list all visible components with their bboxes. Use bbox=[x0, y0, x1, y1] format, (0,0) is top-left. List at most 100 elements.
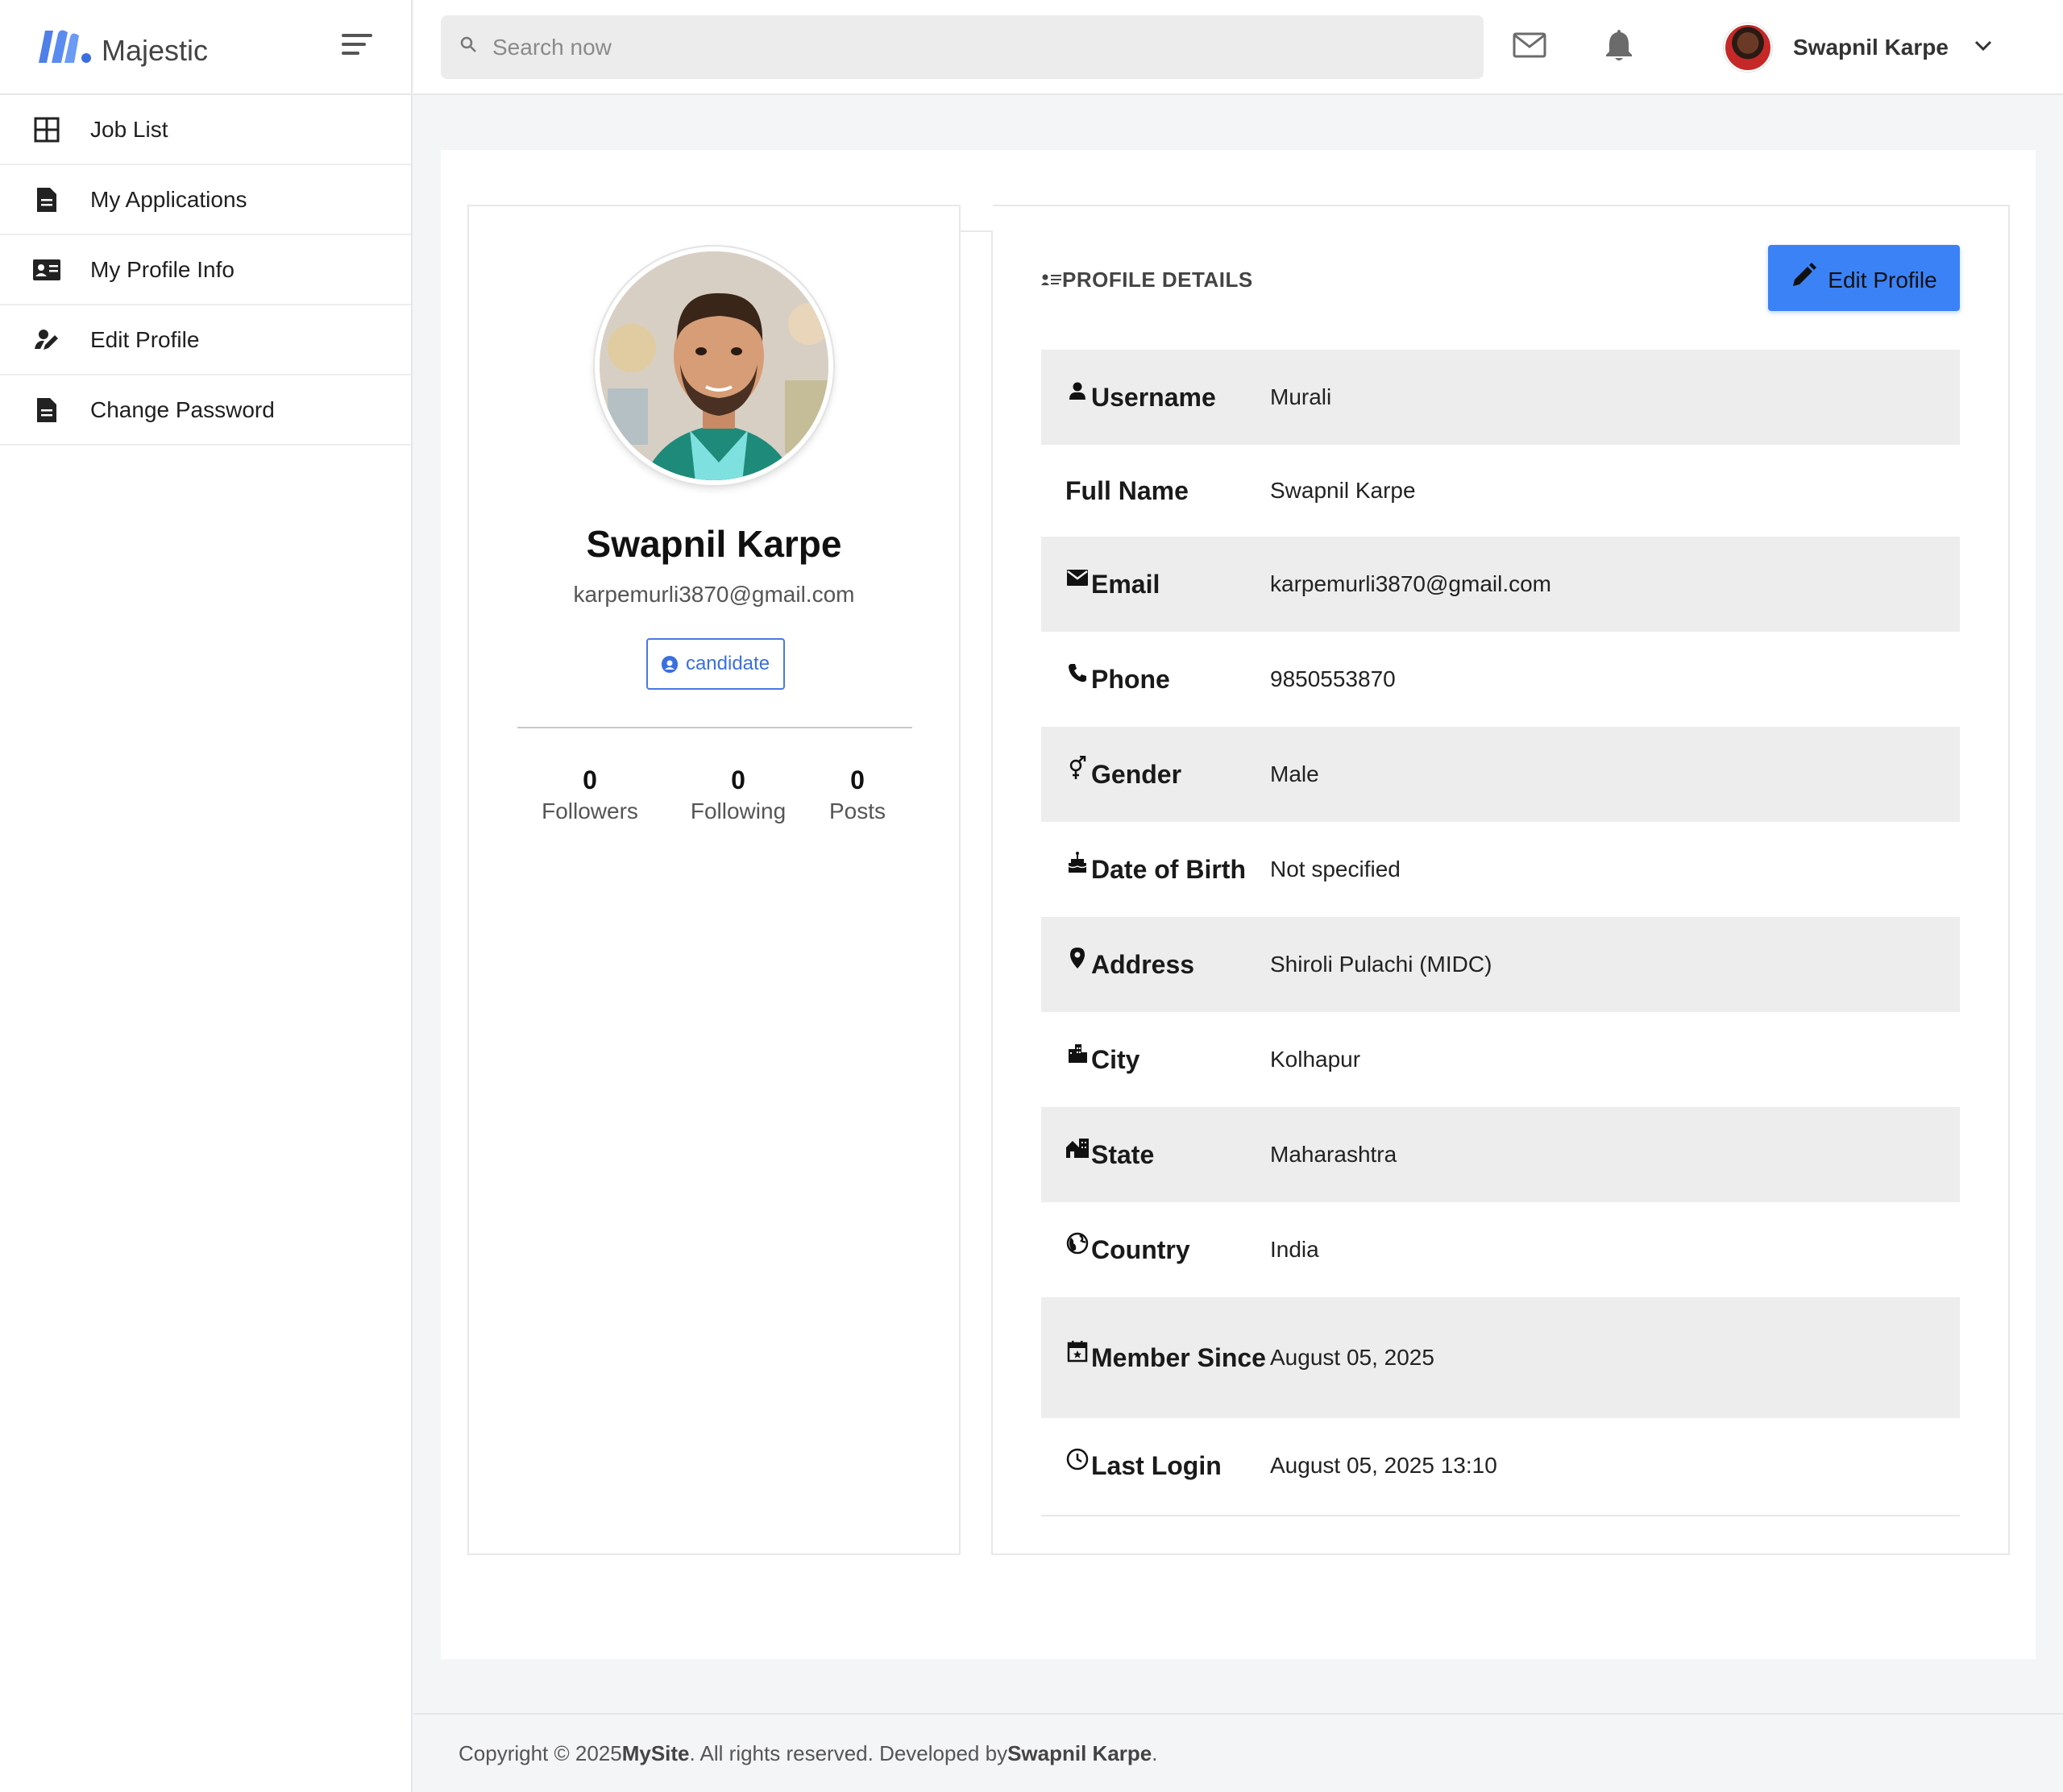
pencil-icon bbox=[1791, 262, 1817, 294]
detail-row-last-login: Last Login August 05, 2025 13:10 bbox=[1041, 1418, 1960, 1513]
gender-icon bbox=[1065, 756, 1090, 780]
details-title: PROFILE DETAILS bbox=[1062, 268, 1253, 292]
edit-profile-label: Edit Profile bbox=[1828, 268, 1937, 292]
detail-row-email: Email karpemurli3870@gmail.com bbox=[1041, 537, 1960, 632]
stat-label: Posts bbox=[828, 799, 886, 823]
detail-value: India bbox=[1270, 1237, 1319, 1262]
user-circle-icon bbox=[661, 656, 678, 673]
footer-author: Swapnil Karpe bbox=[1007, 1740, 1152, 1765]
detail-label: Member Since bbox=[1091, 1343, 1266, 1372]
sidebar-item-my-profile-info[interactable]: My Profile Info bbox=[0, 235, 411, 305]
column-divider bbox=[961, 230, 993, 1555]
detail-value: Shiroli Pulachi (MIDC) bbox=[1270, 952, 1492, 977]
brand: Majestic bbox=[0, 0, 411, 95]
detail-label: State bbox=[1091, 1140, 1155, 1169]
detail-label: Username bbox=[1091, 383, 1216, 412]
detail-row-state: State Maharashtra bbox=[1041, 1107, 1960, 1202]
sidebar-item-label: Change Password bbox=[90, 396, 275, 422]
globe-icon bbox=[1065, 1231, 1090, 1255]
menu-toggle-icon[interactable] bbox=[342, 34, 372, 58]
profile-photo bbox=[595, 247, 833, 485]
search-input[interactable] bbox=[492, 34, 1459, 60]
sidebar-item-label: Job List bbox=[90, 116, 168, 142]
detail-row-member-since: Member Since August 05, 2025 bbox=[1041, 1297, 1960, 1418]
profile-email: karpemurli3870@gmail.com bbox=[573, 582, 855, 607]
detail-value: Male bbox=[1270, 761, 1319, 786]
detail-value: 9850553870 bbox=[1270, 666, 1396, 691]
sidebar-item-job-list[interactable]: Job List bbox=[0, 95, 411, 165]
detail-label: Date of Birth bbox=[1091, 855, 1246, 884]
details-heading: PROFILE DETAILS bbox=[1041, 268, 1253, 292]
clock-icon bbox=[1065, 1447, 1090, 1471]
detail-row-username: Username Murali bbox=[1041, 350, 1960, 445]
detail-label: Gender bbox=[1091, 760, 1182, 789]
detail-row-city: City Kolhapur bbox=[1041, 1012, 1960, 1107]
envelope-icon bbox=[1065, 566, 1090, 590]
user-name: Swapnil Karpe bbox=[1793, 35, 1949, 60]
detail-label: Last Login bbox=[1091, 1451, 1222, 1480]
detail-row-country: Country India bbox=[1041, 1202, 1960, 1297]
id-card-icon bbox=[32, 255, 61, 284]
search-bar[interactable] bbox=[441, 15, 1484, 79]
grid-icon bbox=[32, 115, 61, 144]
sidebar: Majestic Job List My Applications My Pro… bbox=[0, 0, 413, 1792]
sidebar-item-change-password[interactable]: Change Password bbox=[0, 375, 411, 446]
majestic-logo-icon[interactable]: Majestic bbox=[35, 26, 208, 68]
detail-value: Murali bbox=[1270, 384, 1332, 409]
phone-icon bbox=[1065, 661, 1090, 685]
detail-label: Email bbox=[1091, 570, 1160, 599]
footer: Copyright © 2025 MySite . All rights res… bbox=[413, 1713, 2063, 1792]
house-icon bbox=[1065, 1136, 1090, 1160]
profile-details-card: PROFILE DETAILS Edit Profile Username Mu… bbox=[993, 205, 2010, 1555]
city-icon bbox=[1065, 1041, 1090, 1065]
detail-label: City bbox=[1091, 1045, 1140, 1074]
person-icon bbox=[1065, 379, 1090, 403]
sidebar-item-my-applications[interactable]: My Applications bbox=[0, 165, 411, 235]
detail-label: Full Name bbox=[1065, 476, 1189, 505]
detail-row-phone: Phone 9850553870 bbox=[1041, 632, 1960, 727]
stat-label: Following bbox=[690, 799, 787, 823]
brand-name: Majestic bbox=[102, 34, 209, 67]
role-badge: candidate bbox=[646, 638, 785, 690]
sidebar-item-edit-profile[interactable]: Edit Profile bbox=[0, 305, 411, 375]
stat-value: 0 bbox=[850, 765, 865, 794]
detail-row-date-of-birth: Date of Birth Not specified bbox=[1041, 822, 1960, 917]
document-icon bbox=[32, 185, 61, 214]
sidebar-item-label: My Profile Info bbox=[90, 256, 235, 282]
stat-following: 0 Following bbox=[682, 765, 795, 824]
chevron-down-icon[interactable] bbox=[1974, 40, 1992, 56]
detail-value: Swapnil Karpe bbox=[1270, 478, 1416, 503]
stat-label: Followers bbox=[542, 799, 638, 823]
document-icon bbox=[32, 396, 61, 425]
detail-value: Not specified bbox=[1270, 857, 1401, 881]
cake-icon bbox=[1065, 851, 1090, 875]
sidebar-item-label: Edit Profile bbox=[90, 326, 200, 352]
user-menu[interactable]: Swapnil Karpe bbox=[1724, 21, 1992, 74]
profile-card: Swapnil Karpe karpemurli3870@gmail.com c… bbox=[467, 205, 961, 1555]
profile-name: Swapnil Karpe bbox=[586, 523, 842, 565]
edit-profile-button[interactable]: Edit Profile bbox=[1768, 245, 1960, 311]
detail-label: Country bbox=[1091, 1235, 1190, 1264]
divider bbox=[517, 727, 912, 728]
stat-posts: 0 Posts bbox=[817, 765, 898, 824]
detail-row-gender: Gender Male bbox=[1041, 727, 1960, 822]
stat-followers: 0 Followers bbox=[533, 765, 646, 824]
footer-site-link[interactable]: MySite bbox=[622, 1741, 690, 1766]
footer-suffix: . bbox=[1152, 1740, 1158, 1765]
stat-value: 0 bbox=[583, 765, 597, 794]
detail-value: August 05, 2025 13:10 bbox=[1270, 1453, 1497, 1478]
user-edit-icon bbox=[32, 326, 61, 355]
mail-icon[interactable] bbox=[1512, 27, 1547, 63]
user-list-icon bbox=[1041, 268, 1062, 292]
detail-label: Address bbox=[1091, 950, 1195, 979]
footer-prefix: Copyright © 2025 bbox=[459, 1740, 622, 1765]
bell-icon[interactable] bbox=[1601, 27, 1637, 63]
detail-value: August 05, 2025 bbox=[1270, 1345, 1434, 1370]
detail-value: Kolhapur bbox=[1270, 1047, 1361, 1072]
detail-value: karpemurli3870@gmail.com bbox=[1270, 571, 1552, 596]
role-label: candidate bbox=[685, 653, 770, 674]
stat-value: 0 bbox=[731, 765, 745, 794]
calendar-icon bbox=[1065, 1339, 1090, 1363]
footer-middle: . All rights reserved. Developed by bbox=[689, 1740, 1008, 1765]
search-icon bbox=[460, 36, 478, 58]
